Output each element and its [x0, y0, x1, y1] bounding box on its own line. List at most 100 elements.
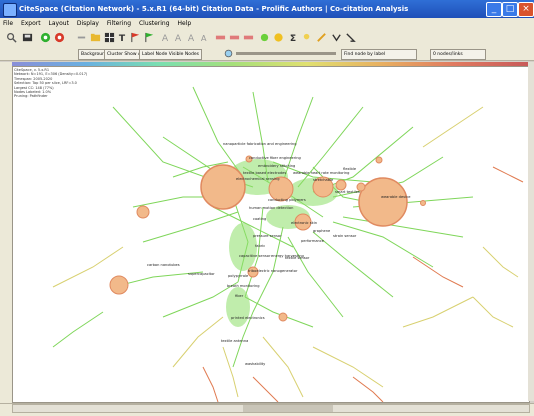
font-a-alt-icon[interactable]: A: [186, 32, 197, 43]
edge: [352, 376, 384, 403]
node-small-6: [375, 156, 383, 164]
node-label: pressure sensor: [253, 234, 282, 238]
node-label: printed electronics: [231, 316, 265, 320]
edge: [244, 296, 314, 328]
control-bar: Background Cluster Show All Label Node V…: [0, 47, 534, 61]
maximize-button[interactable]: □: [502, 2, 518, 17]
cluster-area: [229, 223, 257, 271]
node-label: nanoparticle fabrication and engineering: [223, 142, 297, 146]
edge: [287, 236, 344, 318]
node-large-right: [358, 177, 408, 227]
scroll-thumb[interactable]: [243, 405, 333, 412]
node-label: textile sensor: [285, 256, 310, 260]
font-a-icon[interactable]: A: [160, 32, 171, 43]
network-edges: [52, 86, 524, 403]
font-size-slider[interactable]: [236, 52, 336, 55]
window-title: CiteSpace (Citation Network) - 5.x.R1 (6…: [19, 5, 409, 13]
node-label: fabric: [255, 244, 265, 248]
grid-icon[interactable]: [104, 32, 115, 43]
network-summary: CiteSpace, v. 5.x.R1 Network: N=191, E=3…: [14, 68, 87, 99]
edge: [222, 346, 239, 398]
label-red-icon[interactable]: [215, 32, 226, 43]
edge: [342, 216, 464, 238]
node-label: polypyrrole: [228, 274, 249, 278]
horizontal-scrollbar[interactable]: [12, 404, 530, 413]
save-icon[interactable]: [22, 32, 33, 43]
edge: [282, 96, 314, 183]
label-orange-icon[interactable]: [243, 32, 254, 43]
status-field: 0 nodes/links: [430, 49, 486, 60]
text-icon[interactable]: T: [117, 32, 128, 43]
edge: [52, 311, 104, 348]
node-label: coating: [253, 217, 266, 221]
svg-text:A: A: [162, 33, 169, 43]
svg-text:T: T: [119, 33, 126, 43]
app-icon: [3, 3, 17, 17]
vertical-scrollbar[interactable]: [528, 62, 534, 401]
edge: [312, 231, 394, 298]
menu-display[interactable]: Display: [74, 18, 102, 29]
node-label: breath monitoring: [227, 284, 260, 288]
close-button[interactable]: ×: [518, 2, 534, 17]
font-a-small-icon[interactable]: A: [199, 32, 210, 43]
node-label: capacitive sensor: [239, 254, 271, 258]
menu-bar: File Export Layout Display Filtering Clu…: [0, 18, 534, 29]
node-label: strain sensor: [333, 234, 357, 238]
label-green-icon[interactable]: [229, 32, 240, 43]
svg-text:Σ: Σ: [290, 33, 296, 43]
menu-layout[interactable]: Layout: [46, 18, 72, 29]
search-icon[interactable]: [6, 32, 17, 43]
edge: [422, 106, 484, 148]
menu-clustering[interactable]: Clustering: [136, 18, 173, 29]
label-select[interactable]: Label Node Visible Nodes: [139, 49, 202, 60]
node-label: fiber: [235, 294, 244, 298]
menu-filtering[interactable]: Filtering: [104, 18, 134, 29]
node-label: textile antenna: [221, 339, 248, 343]
toolbar: T A A A A Σ: [0, 29, 534, 48]
network-graph[interactable]: nanoparticle fabrication and engineering…: [13, 67, 529, 403]
settings-icon[interactable]: [345, 32, 356, 43]
edge: [472, 296, 514, 328]
red-circle-icon[interactable]: [54, 32, 65, 43]
magnify-icon[interactable]: [302, 32, 313, 43]
cluster-area: [226, 287, 250, 327]
flag-green-icon[interactable]: [144, 32, 155, 43]
arrow-icon[interactable]: [331, 32, 342, 43]
node-label: embroidery stitching: [258, 164, 295, 168]
edge: [492, 166, 524, 183]
menu-file[interactable]: File: [0, 18, 16, 29]
pause-icon[interactable]: [76, 32, 87, 43]
title-bar: CiteSpace (Citation Network) - 5.x.R1 (6…: [0, 0, 534, 18]
sigma-icon[interactable]: Σ: [288, 32, 299, 43]
find-node-input[interactable]: Find node by label: [341, 49, 417, 60]
node-label: wearable device: [381, 195, 411, 199]
menu-help[interactable]: Help: [174, 18, 194, 29]
node-label: electrochemical sensing: [236, 177, 279, 181]
network-canvas[interactable]: nanoparticle fabrication and engineering…: [12, 66, 530, 403]
info-line: Pruning: Pathfinder: [14, 94, 48, 99]
edge: [262, 336, 304, 398]
node-label: smart textiles: [335, 190, 360, 194]
node-label: washability: [245, 362, 266, 366]
wand-icon[interactable]: [316, 32, 327, 43]
node-label: carbon nanotubes: [147, 263, 180, 267]
node-label: flexible: [343, 167, 357, 171]
left-panel-strip: [0, 62, 12, 403]
node-label: supercapacitor: [188, 272, 215, 276]
minimize-button[interactable]: _: [486, 2, 502, 17]
zoom-icon[interactable]: [224, 49, 233, 58]
edge: [412, 256, 464, 288]
sun-icon[interactable]: [259, 32, 270, 43]
star-icon[interactable]: [273, 32, 284, 43]
menu-export[interactable]: Export: [18, 18, 44, 29]
node-label: performance: [301, 239, 325, 243]
node-label: triboelectric nanogenerator: [248, 269, 298, 273]
node-small-7: [278, 312, 288, 322]
green-circle-icon[interactable]: [40, 32, 51, 43]
flag-red-icon[interactable]: [130, 32, 141, 43]
folder-icon[interactable]: [90, 32, 101, 43]
font-a-outline-icon[interactable]: A: [173, 32, 184, 43]
svg-text:A: A: [175, 33, 182, 43]
node-label: graphene: [313, 229, 331, 233]
node-small-2: [109, 275, 129, 295]
